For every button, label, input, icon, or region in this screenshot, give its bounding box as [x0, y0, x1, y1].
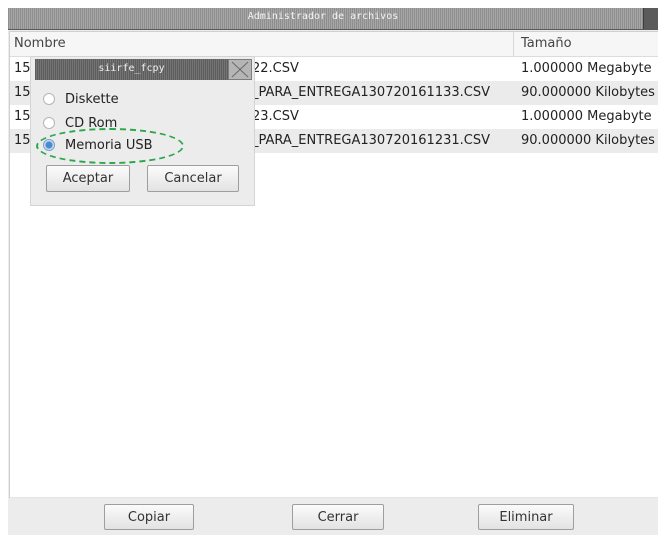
- dialog-titlebar[interactable]: siirfe_fcpy: [35, 59, 259, 80]
- radio-button[interactable]: [43, 117, 55, 129]
- window-title: Administrador de archivos: [247, 11, 399, 22]
- file-size: 1.000000 Megabyte: [521, 61, 652, 76]
- delete-button[interactable]: Eliminar: [478, 504, 574, 530]
- window-titlebar[interactable]: Administrador de archivos: [8, 8, 658, 30]
- file-name-end: 23.CSV: [252, 109, 299, 124]
- column-header-name[interactable]: Nombre: [14, 36, 66, 51]
- dialog-title: siirfe_fcpy: [98, 63, 165, 74]
- file-size: 90.000000 Kilobytes: [521, 133, 655, 148]
- table-header: Nombre Tamaño: [10, 32, 658, 57]
- button-bar: Copiar Cerrar Eliminar: [8, 498, 658, 535]
- cancel-button[interactable]: Cancelar: [147, 165, 239, 192]
- file-name-end: _PARA_ENTREGA130720161231.CSV: [252, 133, 490, 148]
- file-name-end: 22.CSV: [252, 61, 299, 76]
- window-close-button[interactable]: [643, 8, 658, 29]
- file-size: 90.000000 Kilobytes: [521, 85, 655, 100]
- copy-button[interactable]: Copiar: [104, 504, 194, 530]
- close-icon: [231, 61, 249, 78]
- dialog-close-button[interactable]: [228, 59, 252, 80]
- file-name-end: _PARA_ENTREGA130720161133.CSV: [252, 85, 490, 100]
- column-header-size[interactable]: Tamaño: [521, 36, 572, 51]
- radio-label: Diskette: [65, 92, 119, 107]
- column-divider[interactable]: [513, 32, 514, 56]
- file-size: 1.000000 Megabyte: [521, 109, 652, 124]
- accept-button[interactable]: Aceptar: [46, 165, 130, 192]
- highlight-annotation: [36, 128, 184, 164]
- close-button[interactable]: Cerrar: [292, 504, 384, 530]
- radio-button[interactable]: [43, 93, 55, 105]
